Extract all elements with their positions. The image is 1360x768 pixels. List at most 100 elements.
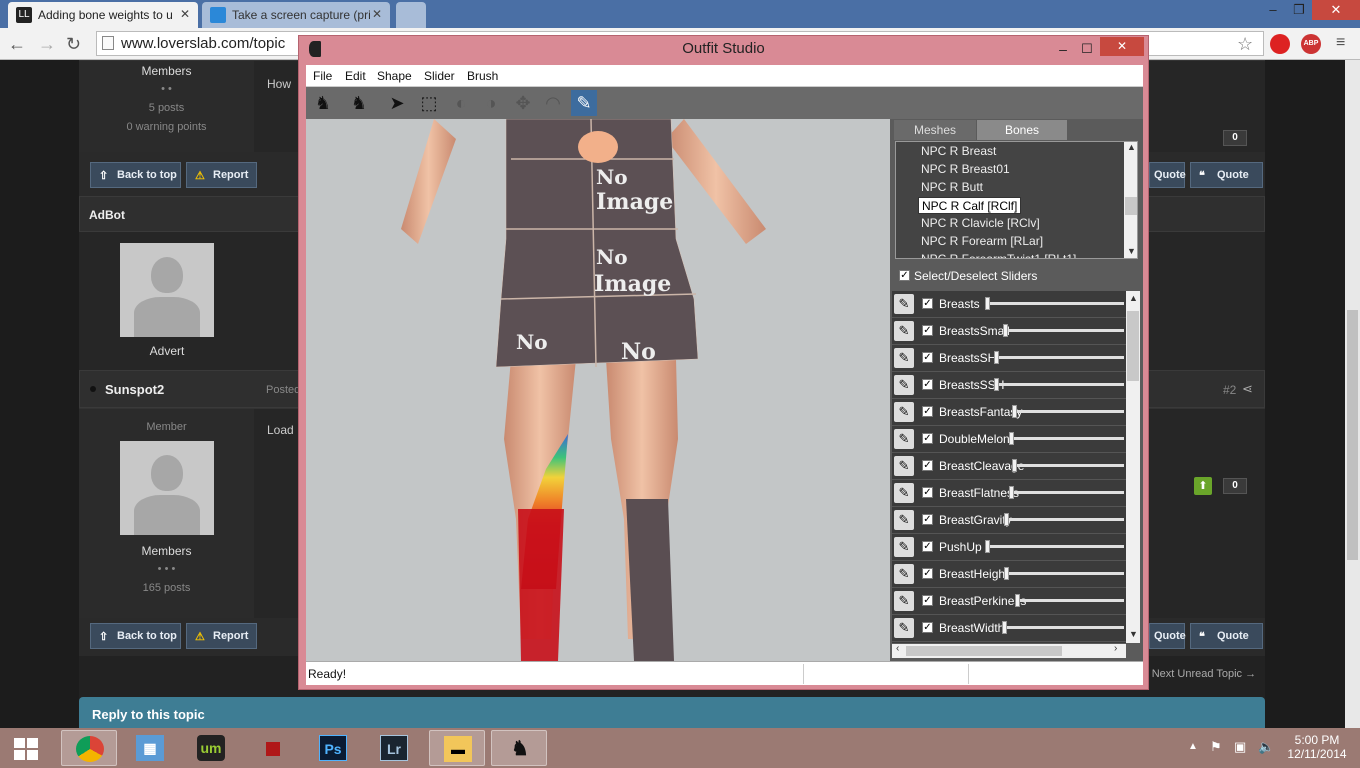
quote-button[interactable]: ❝ Quote <box>1190 162 1263 188</box>
edit-slider-brush-icon[interactable]: ✎ <box>894 618 914 638</box>
back-arrow-icon[interactable]: ← <box>8 34 26 55</box>
scroll-down-icon[interactable]: ▼ <box>1129 629 1138 639</box>
slider-track[interactable] <box>1018 599 1124 602</box>
slider-checkbox[interactable]: ✓ <box>922 379 933 390</box>
network-icon[interactable]: ▣ <box>1234 739 1246 755</box>
slider-thumb[interactable] <box>985 297 990 310</box>
reply-to-topic-bar[interactable]: Reply to this topic <box>79 697 1265 728</box>
outfit-studio-taskbar-icon[interactable]: ♞ <box>491 730 547 766</box>
slider-checkbox[interactable]: ✓ <box>922 352 933 363</box>
slider-track[interactable] <box>1012 491 1124 494</box>
tab-meshes[interactable]: Meshes <box>894 120 976 140</box>
menu-slider[interactable]: Slider <box>424 69 455 83</box>
like-up-arrow-icon[interactable]: ⬆ <box>1194 477 1212 495</box>
post-number[interactable]: #2 <box>1223 383 1236 397</box>
scroll-left-icon[interactable]: ‹ <box>896 643 899 654</box>
windows-start-icon[interactable] <box>14 738 38 760</box>
utorrent-taskbar-icon[interactable]: um <box>183 730 239 766</box>
slider-checkbox[interactable]: ✓ <box>922 568 933 579</box>
tab-bones[interactable]: Bones <box>977 120 1067 140</box>
chrome-menu-icon[interactable]: ≡ <box>1336 34 1345 52</box>
menu-edit[interactable]: Edit <box>345 69 366 83</box>
extension-stop-icon[interactable] <box>1270 34 1290 54</box>
avatar[interactable] <box>120 441 214 535</box>
back-to-top-button[interactable]: ⇧ Back to top <box>90 162 181 188</box>
slider-checkbox[interactable]: ✓ <box>922 622 933 633</box>
select-brush-icon[interactable]: ➤ <box>384 90 410 116</box>
slider-track[interactable] <box>988 302 1124 305</box>
edit-slider-brush-icon[interactable]: ✎ <box>894 564 914 584</box>
slider-thumb[interactable] <box>1004 513 1009 526</box>
menu-file[interactable]: File <box>313 69 332 83</box>
slider-checkbox[interactable]: ✓ <box>922 298 933 309</box>
browser-tab-active[interactable]: LL Adding bone weights to u ✕ <box>8 2 198 28</box>
close-tab-icon[interactable]: ✕ <box>180 7 190 21</box>
slider-track[interactable] <box>988 545 1124 548</box>
bone-item[interactable]: NPC R Butt <box>918 179 986 196</box>
menu-shape[interactable]: Shape <box>377 69 412 83</box>
close-tab-icon[interactable]: ✕ <box>372 7 382 21</box>
slider-thumb[interactable] <box>1009 432 1014 445</box>
adblock-plus-icon[interactable]: ABP <box>1301 34 1321 54</box>
slider-thumb[interactable] <box>1009 486 1014 499</box>
slider-track[interactable] <box>1015 410 1124 413</box>
bone-list-scrollbar[interactable]: ▲ ▼ <box>1124 142 1137 258</box>
slider-track[interactable] <box>1005 626 1124 629</box>
edit-slider-brush-icon[interactable]: ✎ <box>894 456 914 476</box>
multiquote-button[interactable]: Quote <box>1149 623 1186 649</box>
3d-viewport[interactable]: No Image No Image No No <box>306 119 890 661</box>
slider-checkbox[interactable]: ✓ <box>922 433 933 444</box>
slider-thumb[interactable] <box>1003 324 1008 337</box>
move-brush-icon[interactable]: ✥ <box>510 90 536 116</box>
bookmark-star-icon[interactable]: ☆ <box>1237 34 1253 55</box>
maximize-icon[interactable]: ☐ <box>1076 36 1098 62</box>
slider-thumb[interactable] <box>985 540 990 553</box>
slider-thumb[interactable] <box>1004 567 1009 580</box>
bone-item[interactable]: NPC R Forearm [RLar] <box>918 233 1046 250</box>
slider-thumb[interactable] <box>1012 459 1017 472</box>
slider-track[interactable] <box>1007 518 1124 521</box>
lightroom-taskbar-icon[interactable]: Lr <box>366 730 422 766</box>
slider-checkbox[interactable]: ✓ <box>922 487 933 498</box>
clock[interactable]: 5:00 PM 12/11/2014 <box>1286 733 1348 761</box>
bone-list[interactable]: NPC R Breast NPC R Breast01 NPC R Butt N… <box>895 141 1138 259</box>
browser-tab-inactive[interactable]: Take a screen capture (pri ✕ <box>202 2 390 28</box>
window-title-bar[interactable]: Outfit Studio ‒ ☐ ✕ <box>299 36 1148 64</box>
bone-item[interactable]: NPC R Breast01 <box>918 161 1013 178</box>
close-icon[interactable]: ✕ <box>1100 37 1144 56</box>
slider-hscrollbar[interactable]: ‹ › <box>892 643 1126 658</box>
scroll-up-icon[interactable]: ▲ <box>1127 142 1136 152</box>
photoshop-taskbar-icon[interactable]: Ps <box>305 730 361 766</box>
deflate-brush-icon[interactable]: ◑ <box>478 90 504 116</box>
scroll-down-icon[interactable]: ▼ <box>1127 246 1136 256</box>
edit-slider-brush-icon[interactable]: ✎ <box>894 375 914 395</box>
slider-thumb[interactable] <box>1002 621 1007 634</box>
select-all-checkbox[interactable]: ✓ <box>899 270 910 281</box>
next-unread-topic-link[interactable]: · Next Unread Topic → <box>1145 668 1265 680</box>
smooth-brush-icon[interactable]: ◠ <box>540 90 566 116</box>
reload-icon[interactable]: ↻ <box>66 34 81 55</box>
weight-brush-icon[interactable]: ✎ <box>571 90 597 116</box>
chrome-taskbar-icon[interactable] <box>61 730 117 766</box>
control-panel-taskbar-icon[interactable]: ▦ <box>122 730 178 766</box>
edit-slider-brush-icon[interactable]: ✎ <box>894 321 914 341</box>
scroll-right-icon[interactable]: › <box>1114 643 1117 654</box>
edit-slider-brush-icon[interactable]: ✎ <box>894 510 914 530</box>
edit-slider-brush-icon[interactable]: ✎ <box>894 537 914 557</box>
forward-arrow-icon[interactable]: → <box>38 34 56 55</box>
menu-brush[interactable]: Brush <box>467 69 498 83</box>
scrollbar-thumb[interactable] <box>906 646 1062 656</box>
edit-slider-brush-icon[interactable]: ✎ <box>894 294 914 314</box>
bone-item[interactable]: NPC R Clavicle [RClv] <box>918 215 1043 232</box>
slider-track[interactable] <box>1006 329 1124 332</box>
slider-track[interactable] <box>1015 464 1124 467</box>
scroll-up-icon[interactable]: ▲ <box>1129 293 1138 303</box>
volume-icon[interactable]: 🔈 <box>1258 739 1274 755</box>
mask-brush-icon[interactable]: ⬚ <box>416 90 442 116</box>
reference-mesh-icon[interactable]: ♞ <box>310 90 336 116</box>
minimize-icon[interactable]: ‒ <box>1053 36 1073 62</box>
edit-slider-brush-icon[interactable]: ✎ <box>894 483 914 503</box>
scrollbar-thumb[interactable] <box>1347 310 1358 560</box>
slider-track[interactable] <box>1007 572 1124 575</box>
quote-button[interactable]: ❝ Quote <box>1190 623 1263 649</box>
